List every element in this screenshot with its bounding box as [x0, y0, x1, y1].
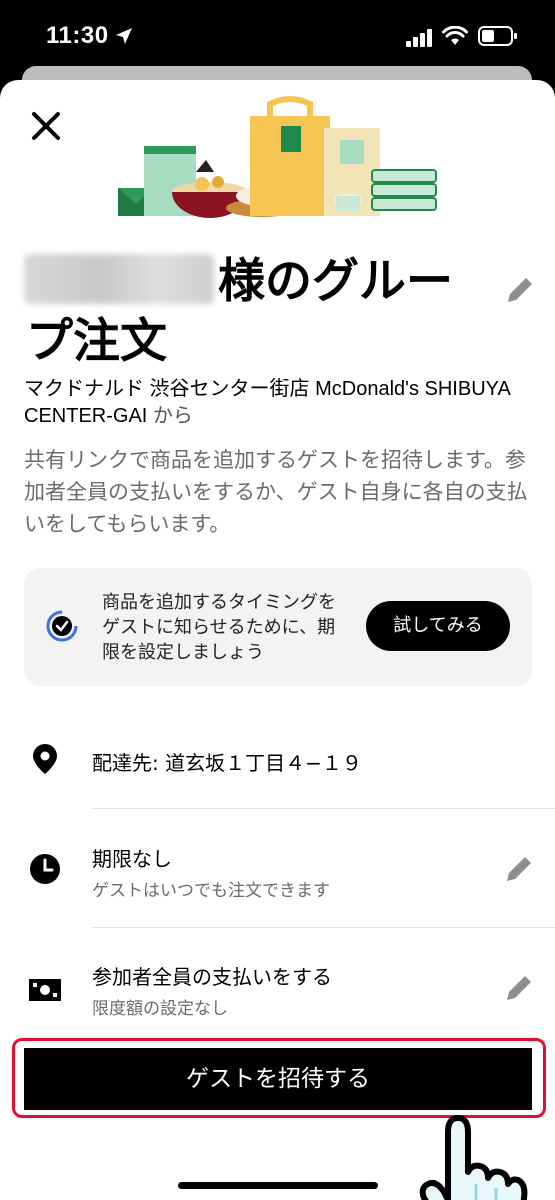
status-bar: 11:30 [0, 0, 555, 72]
page-title: 様のグループ注文 [26, 252, 496, 372]
page-title-text: 様のグループ注文 [26, 254, 453, 369]
close-icon[interactable] [26, 106, 66, 146]
battery-icon [478, 26, 517, 46]
payment-title: 参加者全員の支払いをする [92, 965, 332, 989]
deadline-row[interactable]: 期限なし ゲストはいつでも注文できます [0, 809, 555, 927]
restaurant-line: マクドナルド 渋谷センター街店 McDonald's SHIBUYA CENTE… [24, 376, 534, 430]
invite-guests-button[interactable]: ゲストを招待する [24, 1048, 532, 1110]
deadline-subtitle: ゲストはいつでも注文できます [92, 881, 330, 901]
group-order-description: 共有リンクで商品を追加するゲストを招待します。参加者全員の支払いをするか、ゲスト… [24, 448, 528, 536]
payment-subtitle: 限度額の設定なし [92, 999, 228, 1019]
pointing-hand-icon [419, 1115, 528, 1200]
wifi-icon [442, 26, 468, 45]
status-time: 11:30 [46, 22, 109, 49]
location-pin-icon [33, 744, 57, 774]
delivery-address-text: 配達先: 道玄坂１丁目４−１９ [92, 751, 362, 775]
deadline-title: 期限なし [92, 847, 172, 871]
restaurant-suffix: から [152, 405, 193, 427]
home-indicator [178, 1182, 378, 1189]
group-order-sheet: 様のグループ注文 マクドナルド 渋谷センター街店 McDonald's SHIB… [0, 80, 555, 1200]
restaurant-name: マクドナルド 渋谷センター街店 McDonald's SHIBUYA CENTE… [24, 378, 510, 427]
cellular-signal-icon [406, 29, 432, 47]
cash-icon [29, 979, 61, 1001]
clock-icon [30, 854, 60, 884]
location-arrow-icon [116, 28, 132, 44]
edit-title-pencil-icon[interactable] [502, 272, 538, 308]
tip-text: 商品を追加するタイミングをゲストに知らせるために、期限を設定しましょう [102, 592, 336, 663]
edit-payment-pencil-icon[interactable] [502, 971, 536, 1005]
edit-deadline-pencil-icon[interactable] [502, 852, 536, 886]
checkmark-timer-icon [46, 610, 78, 642]
payment-row[interactable]: 参加者全員の支払いをする 限度額の設定なし [0, 928, 555, 1038]
try-it-button[interactable]: 試してみる [366, 601, 510, 651]
deadline-tip-card: 商品を追加するタイミングをゲストに知らせるために、期限を設定しましょう 試してみ… [24, 568, 532, 686]
group-order-illustration [118, 96, 437, 218]
delivery-address-row[interactable]: 配達先: 道玄坂１丁目４−１９ [0, 720, 555, 808]
